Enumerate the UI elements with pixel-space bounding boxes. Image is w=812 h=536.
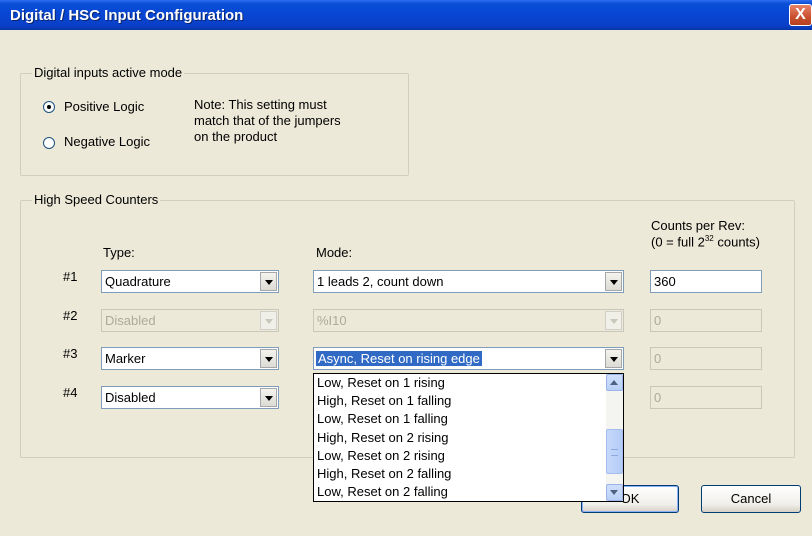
chevron-down-icon[interactable] [605, 272, 622, 291]
chevron-down-icon [605, 311, 622, 330]
radio-positive-logic-label[interactable]: Positive Logic [64, 99, 144, 114]
list-item[interactable]: Low, Reset on 1 rising [314, 374, 623, 392]
note-line-1: Note: This setting must [194, 97, 327, 112]
counter-2-type-value: Disabled [105, 313, 156, 328]
counter-2-label: #2 [63, 308, 78, 323]
chevron-down-icon[interactable] [260, 349, 277, 368]
counter-2-mode-select: %I10 [313, 309, 624, 332]
counter-3-counts-input: 0 [650, 347, 762, 370]
counter-1-counts-input[interactable]: 360 [650, 270, 762, 293]
counter-1-type-value: Quadrature [105, 274, 171, 289]
dropdown-scrollbar[interactable] [606, 374, 623, 501]
scroll-thumb[interactable] [606, 429, 623, 474]
cancel-button[interactable]: Cancel [701, 485, 801, 513]
chevron-down-icon [260, 311, 277, 330]
radio-negative-logic-button[interactable] [43, 137, 55, 149]
chevron-down-icon[interactable] [260, 388, 277, 407]
counter-2-mode-value: %I10 [317, 313, 347, 328]
scroll-down-icon[interactable] [606, 484, 623, 501]
list-item[interactable]: Low, Reset on 2 falling [314, 483, 623, 501]
close-icon[interactable]: X [789, 4, 812, 26]
radio-positive-logic-button[interactable] [43, 101, 55, 113]
counter-4-label: #4 [63, 385, 78, 400]
mode-dropdown-list[interactable]: Low, Reset on 1 rising High, Reset on 1 … [313, 373, 624, 502]
digital-inputs-legend: Digital inputs active mode [32, 65, 185, 80]
note-line-3: on the product [194, 129, 278, 144]
counts-header-prefix: (0 = full 2 [651, 234, 705, 250]
counter-3-type-select[interactable]: Marker [101, 347, 279, 370]
counts-header-line1: Counts per Rev: [651, 218, 745, 233]
counter-1-label: #1 [63, 269, 78, 284]
counter-4-type-value: Disabled [105, 390, 156, 405]
mode-header: Mode: [316, 245, 353, 260]
counter-3-type-value: Marker [105, 351, 146, 366]
counter-3-label: #3 [63, 346, 78, 361]
list-item[interactable]: High, Reset on 2 falling [314, 465, 623, 483]
counter-1-type-select[interactable]: Quadrature [101, 270, 279, 293]
counter-1-mode-value: 1 leads 2, count down [317, 274, 444, 289]
type-header: Type: [103, 245, 135, 260]
counter-4-counts-input: 0 [650, 386, 762, 409]
list-item[interactable]: High, Reset on 1 falling [314, 392, 623, 410]
counts-header-line2: (0 = full 232 counts) [651, 234, 760, 249]
counter-3-mode-value: Async, Reset on rising edge [316, 351, 482, 366]
counter-1-mode-select[interactable]: 1 leads 2, count down [313, 270, 624, 293]
window-title: Digital / HSC Input Configuration [10, 7, 244, 24]
counts-header-suffix: counts) [713, 234, 760, 250]
hsc-legend: High Speed Counters [32, 192, 161, 207]
scroll-up-icon[interactable] [606, 374, 623, 391]
note-line-2: match that of the jumpers [194, 113, 341, 128]
counter-2-counts-input: 0 [650, 309, 762, 332]
counter-4-type-select[interactable]: Disabled [101, 386, 279, 409]
list-item[interactable]: High, Reset on 2 rising [314, 429, 623, 447]
radio-negative-logic-label[interactable]: Negative Logic [64, 134, 150, 149]
chevron-down-icon[interactable] [605, 349, 622, 368]
list-item[interactable]: Low, Reset on 2 rising [314, 447, 623, 465]
chevron-down-icon[interactable] [260, 272, 277, 291]
title-bar[interactable]: Digital / HSC Input Configuration X [0, 0, 812, 30]
counter-3-mode-select[interactable]: Async, Reset on rising edge [313, 347, 624, 370]
counter-2-type-select: Disabled [101, 309, 279, 332]
list-item[interactable]: Low, Reset on 1 falling [314, 410, 623, 428]
counts-header-sup: 32 [704, 234, 714, 243]
